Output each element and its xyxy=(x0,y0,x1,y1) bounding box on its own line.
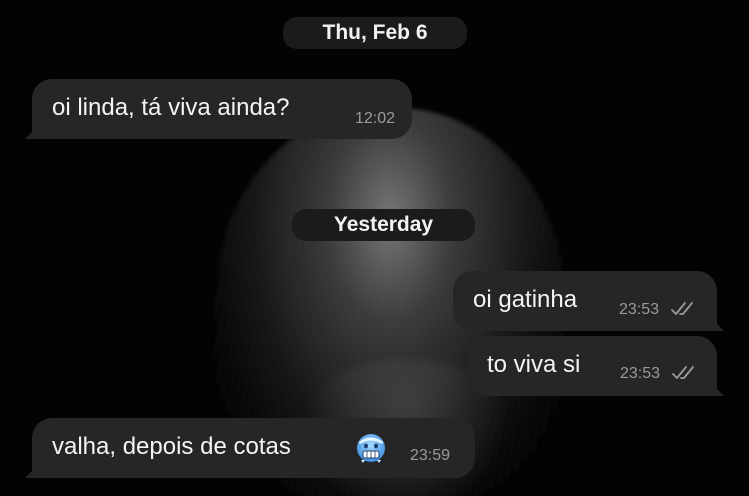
message-text: oi linda, tá viva ainda? xyxy=(52,94,290,121)
message-text: oi gatinha xyxy=(473,286,578,313)
message-bubble-outgoing[interactable]: to viva si 23:53 xyxy=(468,336,724,396)
cold-face-emoji-icon xyxy=(357,434,385,463)
message-bubble-incoming[interactable]: valha, depois de cotas 23:59 xyxy=(25,418,475,478)
message-time: 23:59 xyxy=(410,447,451,464)
message-bubble-incoming[interactable]: oi linda, tá viva ainda? 12:02 xyxy=(25,79,412,139)
date-separator-thu-feb-6: Thu, Feb 6 xyxy=(283,17,467,49)
double-check-icon xyxy=(671,302,693,315)
date-separator-yesterday: Yesterday xyxy=(292,209,475,241)
message-text: to viva si xyxy=(487,351,581,378)
message-time: 12:02 xyxy=(355,110,396,127)
message-text: valha, depois de cotas xyxy=(52,433,291,460)
message-time: 23:53 xyxy=(620,365,661,382)
message-bubble-outgoing[interactable]: oi gatinha 23:53 xyxy=(453,271,724,331)
message-time: 23:53 xyxy=(619,301,660,318)
double-check-icon xyxy=(672,366,694,379)
